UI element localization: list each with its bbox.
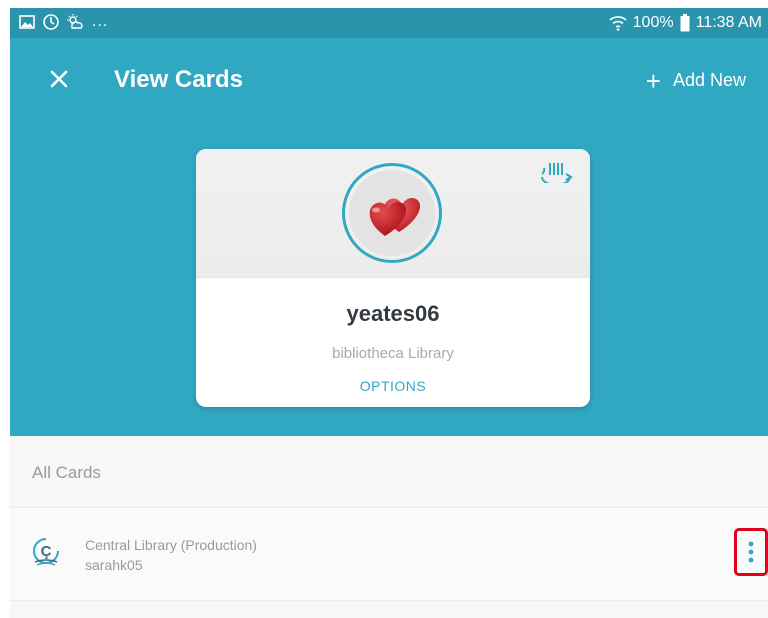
options-button[interactable]: OPTIONS (196, 378, 590, 394)
avatar (342, 163, 442, 263)
list-item-library: Central Library (Production) (85, 537, 257, 553)
status-ellipsis: ... (92, 13, 109, 30)
card-library-name: bibliotheca Library (332, 345, 454, 362)
app-screen: ... 100% 11:38 AM View Cards + Add New y… (10, 8, 768, 618)
screen-top-border (0, 0, 768, 8)
add-new-button[interactable]: + Add New (645, 65, 746, 96)
sync-icon (43, 14, 59, 30)
status-bar: ... 100% 11:38 AM (10, 8, 768, 38)
section-heading: All Cards (32, 463, 101, 482)
plus-icon: + (645, 65, 661, 96)
list-item-username: sarahk05 (85, 557, 143, 573)
status-right: 100% 11:38 AM (609, 14, 762, 32)
wifi-icon (609, 16, 627, 31)
more-options-button[interactable] (734, 528, 768, 576)
screen-left-border (0, 0, 10, 618)
library-logo-icon: Ç (33, 538, 59, 566)
close-icon[interactable] (46, 66, 72, 92)
svg-text:Ç: Ç (41, 543, 52, 560)
gallery-icon (19, 15, 35, 29)
weather-icon (67, 14, 83, 29)
battery-icon (680, 14, 690, 32)
status-time: 11:38 AM (695, 14, 762, 31)
more-vertical-icon (748, 541, 754, 563)
battery-percent: 100% (632, 14, 674, 31)
hearts-avatar-icon (349, 170, 435, 256)
library-card: yeates06 bibliotheca Library OPTIONS (196, 149, 590, 407)
add-new-label: Add New (672, 70, 746, 90)
header-panel: View Cards + Add New yeates06 bibliothec… (10, 38, 768, 436)
card-username: yeates06 (346, 301, 440, 326)
card-header (196, 149, 590, 278)
page-title: View Cards (114, 66, 243, 93)
barcode-flip-icon[interactable] (536, 161, 576, 183)
list-item[interactable]: Ç Central Library (Production) sarahk05 (10, 507, 768, 601)
status-left-icons: ... (18, 13, 108, 31)
